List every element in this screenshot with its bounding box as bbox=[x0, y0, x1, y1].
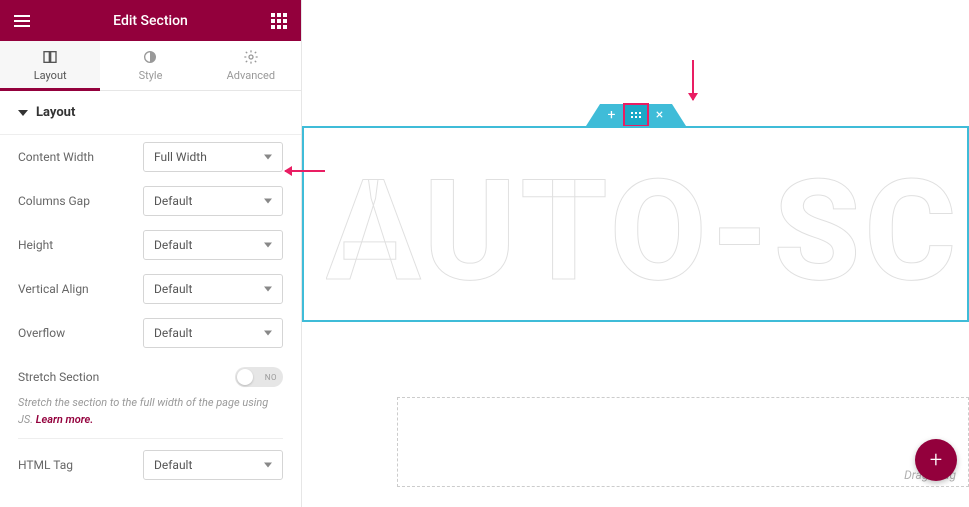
row-overflow: Overflow Default bbox=[18, 311, 283, 355]
tab-advanced[interactable]: Advanced bbox=[201, 41, 301, 90]
grip-icon bbox=[631, 112, 641, 118]
label-stretch: Stretch Section bbox=[18, 370, 99, 384]
tab-layout[interactable]: Layout bbox=[0, 41, 100, 90]
toggle-knob bbox=[237, 369, 253, 385]
editor-sidebar: Edit Section Layout Style Advanced Layou… bbox=[0, 0, 302, 507]
tabs: Layout Style Advanced bbox=[0, 41, 301, 91]
label-columns-gap: Columns Gap bbox=[18, 194, 90, 208]
toggle-state-text: NO bbox=[265, 373, 277, 382]
editor-canvas: + × AUTO-SC Drag widg + bbox=[302, 0, 969, 507]
sidebar-header: Edit Section bbox=[0, 0, 301, 41]
gear-icon bbox=[243, 49, 259, 65]
plus-icon: + bbox=[930, 448, 942, 473]
row-height: Height Default bbox=[18, 223, 283, 267]
label-overflow: Overflow bbox=[18, 326, 65, 340]
widget-dropzone[interactable]: Drag widg bbox=[397, 397, 969, 487]
caret-down-icon bbox=[18, 110, 28, 116]
label-html-tag: HTML Tag bbox=[18, 458, 73, 472]
row-columns-gap: Columns Gap Default bbox=[18, 179, 283, 223]
label-height: Height bbox=[18, 238, 53, 252]
row-stretch: Stretch Section NO bbox=[18, 355, 283, 399]
select-content-width[interactable]: Full Width bbox=[143, 142, 283, 172]
toggle-stretch[interactable]: NO bbox=[235, 367, 283, 387]
contrast-icon bbox=[142, 49, 158, 65]
layout-columns-icon bbox=[42, 49, 58, 65]
select-overflow[interactable]: Default bbox=[143, 318, 283, 348]
controls-list: Content Width Full Width Columns Gap Def… bbox=[0, 135, 301, 487]
stretch-help-text: Stretch the section to the full width of… bbox=[18, 395, 283, 428]
row-content-width: Content Width Full Width bbox=[18, 135, 283, 179]
tab-advanced-label: Advanced bbox=[227, 69, 275, 82]
select-height[interactable]: Default bbox=[143, 230, 283, 260]
tab-layout-label: Layout bbox=[34, 69, 67, 82]
label-content-width: Content Width bbox=[18, 150, 94, 164]
delete-section-button[interactable]: × bbox=[648, 104, 672, 126]
add-widget-fab[interactable]: + bbox=[915, 439, 957, 481]
annotation-arrow-down bbox=[692, 60, 694, 100]
menu-icon[interactable] bbox=[12, 11, 32, 31]
section-heading-text: AUTO-SC bbox=[326, 162, 969, 302]
section-toggle-layout[interactable]: Layout bbox=[0, 91, 301, 135]
add-section-button[interactable]: + bbox=[600, 104, 624, 126]
section-title: Layout bbox=[36, 105, 75, 120]
select-columns-gap[interactable]: Default bbox=[143, 186, 283, 216]
learn-more-link[interactable]: Learn more. bbox=[36, 413, 94, 426]
label-vertical-align: Vertical Align bbox=[18, 282, 89, 296]
close-icon: × bbox=[656, 107, 663, 123]
annotation-arrow-left bbox=[285, 170, 325, 172]
row-vertical-align: Vertical Align Default bbox=[18, 267, 283, 311]
plus-icon: + bbox=[608, 107, 616, 123]
tab-style-label: Style bbox=[139, 69, 163, 82]
row-html-tag: HTML Tag Default bbox=[18, 443, 283, 487]
edit-section-button[interactable] bbox=[624, 104, 648, 126]
header-title: Edit Section bbox=[32, 13, 269, 29]
select-vertical-align[interactable]: Default bbox=[143, 274, 283, 304]
apps-grid-icon[interactable] bbox=[269, 11, 289, 31]
divider bbox=[18, 438, 283, 439]
tab-style[interactable]: Style bbox=[100, 41, 200, 90]
select-html-tag[interactable]: Default bbox=[143, 450, 283, 480]
section-handle: + × bbox=[600, 104, 672, 126]
